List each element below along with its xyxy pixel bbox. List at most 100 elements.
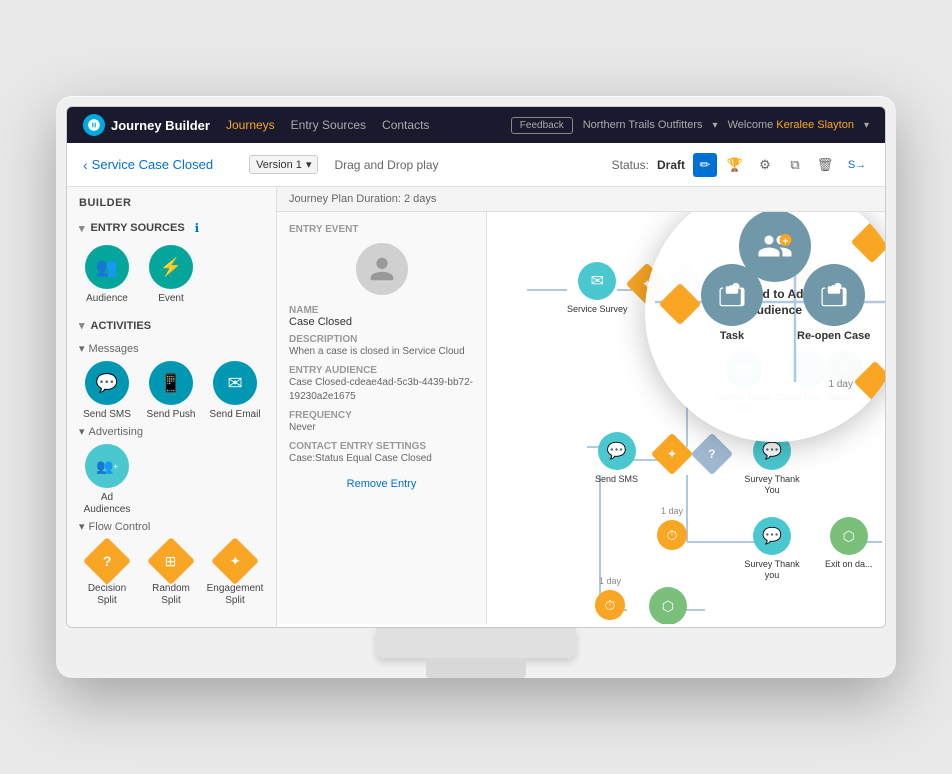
trophy-icon[interactable]: 🏆 [723, 153, 747, 177]
sidebar-item-event[interactable]: ⚡ Event [143, 245, 199, 305]
node-delay3[interactable]: 1 day ⏱ [595, 590, 625, 620]
svg-text:+: + [782, 236, 788, 248]
canvas[interactable]: Journey Plan Duration: 2 days ENTRY EVEN… [277, 187, 885, 627]
exit2-icon: ⬡ [649, 587, 687, 624]
nav-welcome: Welcome Keralee Slayton [728, 119, 854, 131]
survey-ty4-label: Survey Thank you [737, 559, 807, 581]
messages-section: ▾ Messages 💬 Send SMS 📱 Send Push [67, 342, 276, 421]
mag-reopen-node[interactable]: Re-open Case [797, 264, 870, 342]
activities-collapse[interactable]: ▾ ACTIVITIES [67, 313, 276, 338]
remove-entry-button[interactable]: Remove Entry [289, 478, 474, 490]
advertising-label[interactable]: ▾ Advertising [79, 425, 264, 438]
user-dropdown-arrow[interactable]: ▾ [864, 120, 869, 131]
top-nav: Journey Builder Journeys Entry Sources C… [67, 107, 885, 143]
send-sms-label: Send SMS [595, 474, 638, 485]
sms-label: Send SMS [83, 409, 131, 421]
send-sms-icon: 💬 [598, 432, 636, 470]
node-service-survey[interactable]: ✉ Service Survey [567, 262, 628, 315]
event-icon: ⚡ [149, 245, 193, 289]
entry-sources-collapse[interactable]: ▾ ENTRY SOURCES ℹ [67, 215, 276, 241]
email-label: Send Email [209, 409, 260, 421]
screen: Journey Builder Journeys Entry Sources C… [66, 106, 886, 628]
sidebar-item-email[interactable]: ✉ Send Email [207, 361, 263, 421]
decision-split-label: Decision Split [79, 583, 135, 607]
nav-right: Feedback Northern Trails Outfitters ▾ We… [511, 117, 869, 134]
ad-audiences-label: Ad Audiences [79, 492, 135, 516]
entry-contact-field: CONTACT ENTRY SETTINGS Case:Status Equal… [289, 441, 474, 466]
settings-icon[interactable]: ⚙ [753, 153, 777, 177]
sidebar-item-audience[interactable]: 👥 Audience [79, 245, 135, 305]
sub-header: ‹ Service Case Closed Version 1 ▾ Drag a… [67, 143, 885, 187]
entry-sources-info-icon: ℹ [195, 221, 200, 235]
builder-label: Builder [67, 187, 276, 215]
service-survey-icon: ✉ [578, 262, 616, 300]
nav-links: Journeys Entry Sources Contacts [226, 118, 495, 132]
entry-frequency-field: FREQUENCY Never [289, 410, 474, 435]
entry-name-field: NAME Case Closed [289, 305, 474, 328]
entry-panel: ENTRY EVENT NAME Case Closed DESCRIPTION… [277, 212, 487, 624]
toolbar-icons: ✏ 🏆 ⚙ ⧉ 🗑 [693, 153, 837, 177]
node-split2[interactable]: ✦ [657, 439, 687, 469]
nav-journeys[interactable]: Journeys [226, 118, 275, 132]
delete-icon[interactable]: 🗑 [813, 153, 837, 177]
sidebar-item-ad-audiences[interactable]: 👥+ Ad Audiences [79, 444, 135, 516]
mag-diamond-top-right [857, 227, 885, 257]
entry-description-field: DESCRIPTION When a case is closed in Ser… [289, 334, 474, 359]
mag-reopen-label: Re-open Case [797, 330, 870, 342]
back-button[interactable]: ‹ Service Case Closed [83, 157, 213, 173]
org-dropdown-arrow[interactable]: ▾ [713, 120, 718, 131]
flow-control-collapse-icon: ▾ [79, 520, 85, 533]
version-selector[interactable]: Version 1 ▾ [249, 155, 318, 174]
entry-audience-field: ENTRY AUDIENCE Case Closed-cdeae4ad-5c3b… [289, 365, 474, 404]
mag-task-icon [701, 264, 763, 326]
flow-control-label[interactable]: ▾ Flow Control [79, 520, 264, 533]
nav-entry-sources[interactable]: Entry Sources [291, 118, 366, 132]
activate-btn[interactable]: S→ [845, 153, 869, 177]
brand-icon [83, 114, 105, 136]
node-delay2[interactable]: 1 day ⏱ [657, 520, 687, 550]
brand: Journey Builder [83, 114, 210, 136]
sidebar-item-push[interactable]: 📱 Send Push [143, 361, 199, 421]
sidebar-item-random-split[interactable]: ⊞ Random Split [143, 539, 199, 607]
status-label: Status: [612, 158, 649, 172]
question2-icon: ? [691, 433, 733, 475]
drag-drop-label: Drag and Drop play [334, 158, 438, 172]
email-icon: ✉ [213, 361, 257, 405]
node-question2[interactable]: ? [697, 439, 727, 469]
event-label: Event [158, 293, 184, 305]
node-send-sms[interactable]: 💬 Send SMS [595, 432, 638, 485]
node-survey-ty4[interactable]: 💬 Survey Thank you [737, 517, 807, 581]
audience-icon: 👥 [85, 245, 129, 289]
mag-task-node[interactable]: Task [701, 264, 763, 342]
sidebar-item-sms[interactable]: 💬 Send SMS [79, 361, 135, 421]
sidebar-item-decision-split[interactable]: ? Decision Split [79, 539, 135, 607]
survey-ty4-icon: 💬 [753, 517, 791, 555]
version-dropdown-icon: ▾ [306, 158, 312, 171]
flow-control-grid: ? Decision Split ⊞ Random Split [79, 539, 264, 607]
collapse-arrow-icon: ▾ [79, 222, 85, 235]
advertising-section: ▾ Advertising 👥+ Ad Audiences [67, 425, 276, 516]
feedback-button[interactable]: Feedback [511, 117, 573, 134]
monitor-stand [426, 658, 526, 678]
monitor: Journey Builder Journeys Entry Sources C… [56, 96, 896, 678]
node-exit2[interactable]: ⬡ Exit on day 1 [642, 587, 694, 624]
advertising-collapse-icon: ▾ [79, 425, 85, 438]
node-exit1[interactable]: ⬡ Exit on da... [825, 517, 873, 570]
exit1-label: Exit on da... [825, 559, 873, 570]
mag-task-label: Task [720, 330, 744, 342]
delay3-icon: ⏱ [595, 590, 625, 620]
sidebar-item-engagement-split[interactable]: ✦ Engagement Split [207, 539, 263, 607]
activities-collapse-icon: ▾ [79, 319, 85, 332]
split2-icon: ✦ [651, 433, 693, 475]
status-value: Draft [657, 158, 685, 172]
messages-label[interactable]: ▾ Messages [79, 342, 264, 355]
ad-audiences-icon: 👥+ [85, 444, 129, 488]
mag-time-label: 1 day [829, 379, 853, 390]
edit-icon[interactable]: ✏ [693, 153, 717, 177]
monitor-base [376, 628, 576, 658]
nav-contacts[interactable]: Contacts [382, 118, 429, 132]
advertising-grid: 👥+ Ad Audiences [79, 444, 264, 516]
push-icon: 📱 [149, 361, 193, 405]
engagement-split-label: Engagement Split [207, 583, 264, 607]
copy-icon[interactable]: ⧉ [783, 153, 807, 177]
